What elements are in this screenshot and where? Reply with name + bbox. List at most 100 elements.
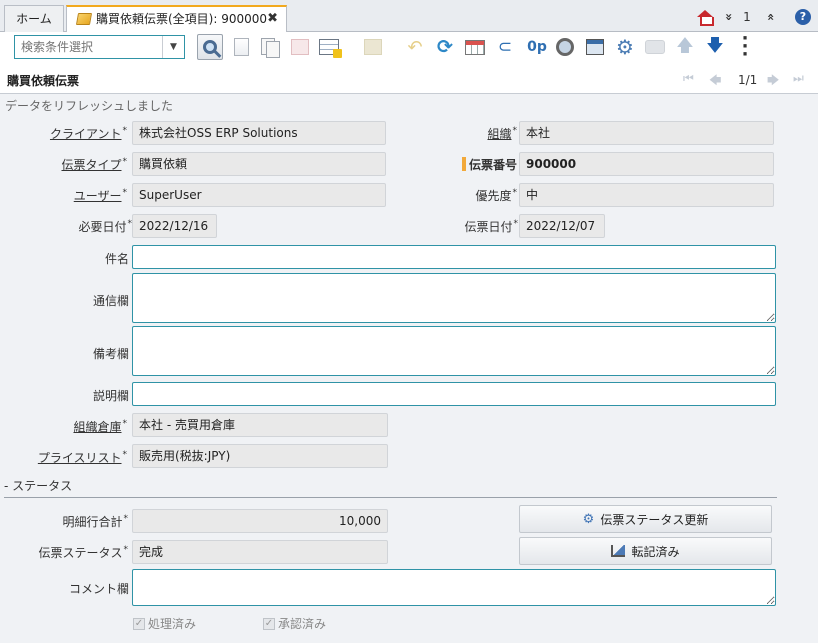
org-label[interactable]: 組織* <box>487 125 517 142</box>
help-button[interactable]: ? <box>788 8 818 26</box>
client-label[interactable]: クライアント* <box>50 125 127 142</box>
total-field[interactable]: 10,000 <box>132 509 388 533</box>
zoom-icon <box>556 38 574 56</box>
pricelist-field[interactable]: 販売用(税抜:JPY) <box>132 444 388 468</box>
docno-field[interactable]: 900000 <box>519 152 774 176</box>
refresh-button[interactable]: ⟳ <box>433 35 457 59</box>
grid-toggle-icon <box>319 39 342 58</box>
attachment-upload-button[interactable]: 0p <box>523 35 551 59</box>
process-button[interactable]: ⚙ <box>613 35 637 59</box>
chevron-down-icon[interactable]: ▼ <box>162 36 184 58</box>
comm-label: 通信欄 <box>92 294 129 308</box>
arrow-up-icon: 🡅 <box>676 35 694 56</box>
first-record-icon[interactable]: ⏮ <box>683 71 694 86</box>
undo-icon: ↶ <box>407 36 423 58</box>
detail-record-button[interactable]: 🡇 <box>703 35 727 59</box>
processed-label: 処理済み <box>148 617 197 631</box>
close-tab-icon[interactable]: ✖ <box>267 7 278 31</box>
update-doc-status-button[interactable]: ⚙ 伝票ステータス更新 <box>519 505 772 533</box>
tab-bar: ホーム 購買依頼伝票(全項目): 900000 ✖ » 1 « ? <box>0 0 818 33</box>
subject-label: 件名 <box>104 252 129 266</box>
update-doc-status-label: 伝票ステータス更新 <box>600 512 709 527</box>
window-header: 購買依頼伝票 ⏮ 🡄 1/1 🡆 ⏭ <box>0 64 818 94</box>
search-query-combobox[interactable]: ▼ <box>14 35 185 59</box>
posted-label: 転記済み <box>631 544 680 559</box>
status-message: データをリフレッシュしました <box>5 99 174 113</box>
collapse-button[interactable]: « <box>754 8 788 26</box>
warehouse-field[interactable]: 本社 - 売買用倉庫 <box>132 413 388 437</box>
window-button[interactable] <box>583 35 607 59</box>
date-required-field[interactable]: 2022/12/16 <box>132 214 217 238</box>
window-controls: » 1 « ? <box>692 8 818 26</box>
checkmark-icon: ✓ <box>263 617 275 630</box>
save-icon <box>291 39 309 55</box>
new-record-button[interactable] <box>229 35 253 59</box>
copy-icon <box>261 38 280 58</box>
tab-home[interactable]: ホーム <box>4 5 64 32</box>
delete-button[interactable] <box>361 35 385 59</box>
paperclip-upload-icon: 0p <box>527 39 547 55</box>
paperclip-icon: ⊂ <box>497 37 513 57</box>
record-page-indicator: 1/1 <box>738 73 758 87</box>
desc-input[interactable] <box>132 382 776 406</box>
pricelist-label[interactable]: プライスリスト* <box>38 449 127 466</box>
priority-label: 優先度* <box>475 188 517 203</box>
print-button[interactable] <box>643 35 667 59</box>
next-record-icon[interactable]: 🡆 <box>767 71 779 92</box>
comment-label: コメント欄 <box>68 582 129 596</box>
user-field[interactable]: SuperUser <box>132 183 386 207</box>
docstatus-field[interactable]: 完成 <box>132 540 388 564</box>
report-button[interactable] <box>463 35 487 59</box>
priority-field[interactable]: 中 <box>519 183 774 207</box>
tab-purchase-requisition[interactable]: 購買依頼伝票(全項目): 900000 ✖ <box>66 5 287 33</box>
document-icon <box>75 13 93 25</box>
undo-button[interactable]: ↶ <box>403 35 427 59</box>
print-icon <box>645 40 665 54</box>
grid-toggle-button[interactable] <box>317 35 342 59</box>
parent-record-button[interactable]: 🡅 <box>673 35 697 59</box>
magnifier-icon <box>203 40 217 54</box>
help-icon: ? <box>795 9 811 25</box>
expand-button[interactable]: » <box>718 8 740 26</box>
home-button[interactable] <box>692 8 718 26</box>
docno-label: 伝票番号 <box>468 158 517 172</box>
posted-button[interactable]: 転記済み <box>519 537 772 565</box>
section-divider <box>4 497 777 498</box>
warehouse-label[interactable]: 組織倉庫* <box>73 418 127 435</box>
chart-icon <box>611 545 626 557</box>
more-menu-button[interactable]: · · · <box>733 30 757 64</box>
double-chevron-up-icon: « <box>763 13 778 21</box>
copy-record-button[interactable] <box>258 35 282 59</box>
client-field[interactable]: 株式会社OSS ERP Solutions <box>132 121 386 145</box>
comm-textarea[interactable] <box>132 273 776 323</box>
approved-checkbox[interactable]: ✓ 承認済み <box>263 615 326 632</box>
double-chevron-down-icon: » <box>721 13 736 21</box>
table-icon <box>465 39 485 55</box>
approved-label: 承認済み <box>278 617 327 631</box>
user-label[interactable]: ユーザー* <box>74 187 127 204</box>
org-field[interactable]: 本社 <box>519 121 774 145</box>
search-query-input[interactable] <box>15 36 159 58</box>
note-textarea[interactable] <box>132 326 776 376</box>
status-section-header[interactable]: - ステータス <box>4 477 72 494</box>
delete-icon <box>364 39 382 55</box>
note-label: 備考欄 <box>92 347 129 361</box>
doctype-field[interactable]: 購買依頼 <box>132 152 386 176</box>
docno-marker <box>462 157 466 171</box>
refresh-icon: ⟳ <box>437 36 453 58</box>
subject-input[interactable] <box>132 245 776 269</box>
last-record-icon[interactable]: ⏭ <box>793 71 804 86</box>
tab-home-label: ホーム <box>16 12 52 26</box>
find-button[interactable] <box>197 34 223 60</box>
doctype-label[interactable]: 伝票タイプ* <box>61 156 127 173</box>
comment-textarea[interactable] <box>132 569 776 606</box>
date-doc-field[interactable]: 2022/12/07 <box>519 214 605 238</box>
gear-icon: ⚙ <box>582 511 595 527</box>
previous-record-icon[interactable]: 🡄 <box>709 71 721 92</box>
tab-active-label: 購買依頼伝票(全項目): 900000 <box>96 12 268 26</box>
processed-checkbox[interactable]: ✓ 処理済み <box>133 615 196 632</box>
arrow-down-icon: 🡇 <box>706 35 724 56</box>
zoom-across-button[interactable] <box>553 35 577 59</box>
attachment-button[interactable]: ⊂ <box>493 35 517 59</box>
save-button[interactable] <box>288 35 312 59</box>
